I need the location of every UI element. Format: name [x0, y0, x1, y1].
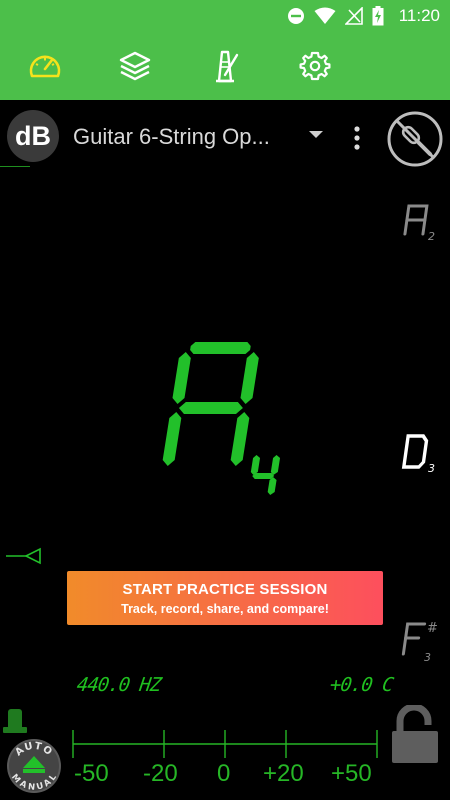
practice-subtitle: Track, record, share, and compare! — [121, 601, 329, 616]
no-signal-icon — [344, 7, 363, 25]
metronome-icon — [216, 50, 239, 83]
scale-label-plus-50: +50 — [331, 760, 372, 787]
svg-text:3: 3 — [428, 462, 435, 475]
main-note-octave — [250, 455, 281, 495]
scale-label-minus-50: -50 — [74, 760, 109, 787]
chevron-down-icon[interactable] — [309, 131, 323, 138]
start-practice-session-button[interactable]: START PRACTICE SESSION Track, record, sh… — [67, 571, 383, 625]
practice-title: START PRACTICE SESSION — [122, 580, 328, 598]
db-indicator-line — [0, 166, 30, 167]
gear-icon — [299, 51, 331, 81]
more-options-icon[interactable] — [347, 124, 367, 152]
status-time: 11:20 — [398, 6, 440, 25]
db-button[interactable]: dB — [7, 110, 59, 162]
upper-string-note[interactable]: 2 — [402, 198, 442, 244]
scale-label-plus-20: +20 — [263, 760, 304, 787]
frequency-readout: 440.0 HZ — [75, 674, 163, 696]
lower-string-note[interactable]: # 3 — [400, 614, 444, 664]
scale-label-zero: 0 — [217, 760, 231, 787]
cents-scale — [72, 730, 378, 758]
battery-charging-icon — [372, 6, 384, 26]
metronome-tab[interactable] — [207, 48, 243, 84]
status-bar: 11:20 — [0, 0, 450, 32]
scale-label-minus-20: -20 — [143, 760, 178, 787]
pitch-pointer-icon — [6, 547, 41, 565]
tuning-fork-base-icon[interactable] — [3, 707, 27, 733]
cents-readout: +0.0 C — [328, 674, 395, 696]
lock-open-icon[interactable] — [390, 705, 440, 765]
layers-icon — [119, 51, 151, 81]
layers-tab[interactable] — [117, 48, 153, 84]
do-not-disturb-icon — [287, 8, 304, 24]
tuner-tab[interactable] — [27, 48, 63, 84]
tuning-selector-label[interactable]: Guitar 6-String Op... — [73, 124, 270, 150]
svg-text:#: # — [427, 621, 438, 636]
middle-string-note[interactable]: 3 — [400, 430, 444, 476]
auto-manual-toggle[interactable]: AUTO MANUAL — [6, 738, 62, 794]
tuner-gauge-icon — [29, 55, 61, 78]
top-toolbar — [0, 32, 450, 100]
status-icons: 11:20 — [287, 0, 440, 32]
no-microphone-icon[interactable] — [386, 110, 444, 168]
svg-text:2: 2 — [428, 230, 435, 243]
svg-text:3: 3 — [424, 651, 431, 664]
settings-tab[interactable] — [297, 48, 333, 84]
wifi-icon — [314, 7, 336, 24]
